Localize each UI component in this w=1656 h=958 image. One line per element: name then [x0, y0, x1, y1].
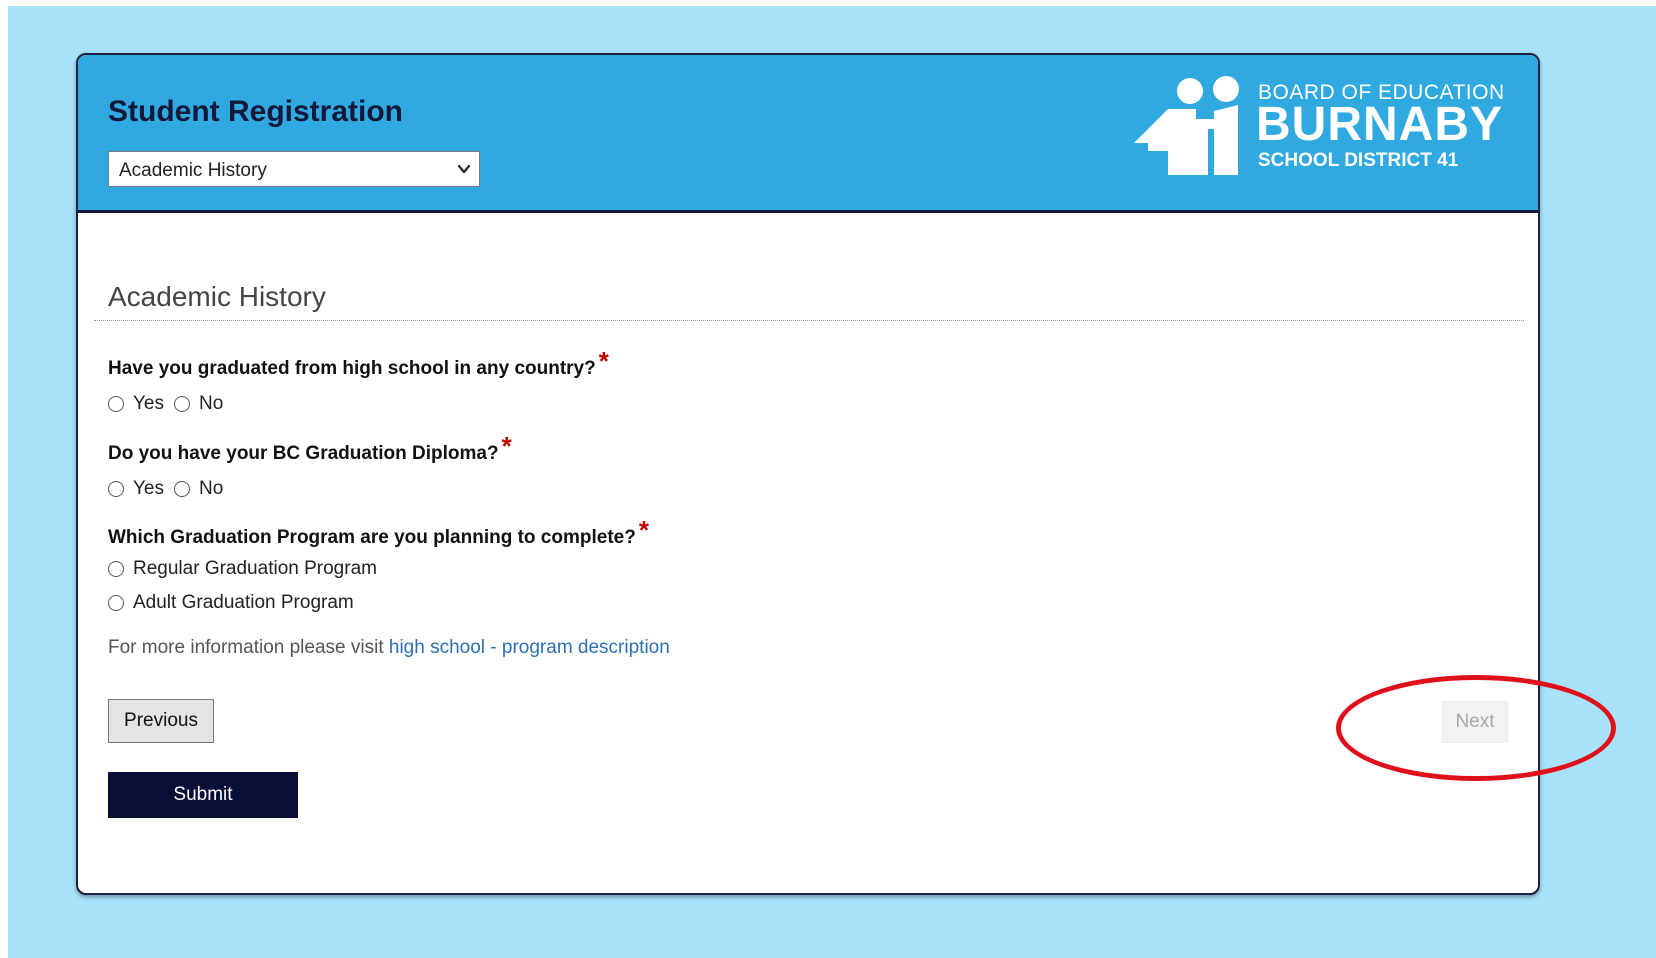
required-asterisk: *: [638, 515, 649, 545]
submit-button[interactable]: Submit: [108, 772, 298, 818]
section-heading: Academic History: [108, 281, 326, 312]
radio-adult-program-row: Adult Graduation Program: [108, 592, 364, 614]
burnaby-logo: BOARD OF EDUCATION BURNABY SCHOOL DISTRI…: [1134, 75, 1504, 175]
radio-regular-program-row: Regular Graduation Program: [108, 558, 387, 580]
page-title: Student Registration: [108, 95, 404, 128]
section-select[interactable]: Academic History: [108, 151, 480, 187]
section-divider: [94, 320, 1524, 321]
people-logo-icon: [1134, 76, 1239, 175]
radio-button[interactable]: [108, 561, 124, 577]
chevron-down-icon: [457, 164, 471, 174]
question-graduated-high-school: Have you graduated from high school in a…: [108, 346, 609, 381]
radio-bc-diploma-no[interactable]: No: [174, 478, 223, 500]
more-info-text: For more information please visit high s…: [108, 637, 670, 659]
logo-text-district: SCHOOL DISTRICT 41: [1258, 150, 1459, 171]
radio-label: Yes: [133, 478, 164, 499]
question-graduation-program: Which Graduation Program are you plannin…: [108, 515, 649, 550]
radio-adult-graduation-program[interactable]: Adult Graduation Program: [108, 592, 354, 614]
radio-label: Adult Graduation Program: [133, 592, 354, 613]
question-text: Have you graduated from high school in a…: [108, 358, 596, 379]
next-button[interactable]: Next: [1442, 701, 1508, 743]
required-asterisk: *: [598, 346, 609, 376]
radio-group-graduated: Yes No: [108, 393, 233, 415]
radio-label: Yes: [133, 393, 164, 414]
section-select-value: Academic History: [119, 160, 267, 181]
required-asterisk: *: [501, 431, 512, 461]
program-description-link[interactable]: high school - program description: [389, 637, 670, 658]
previous-button[interactable]: Previous: [108, 699, 214, 743]
radio-button[interactable]: [108, 481, 124, 497]
radio-regular-graduation-program[interactable]: Regular Graduation Program: [108, 558, 377, 580]
radio-graduated-no[interactable]: No: [174, 393, 223, 415]
radio-label: No: [199, 393, 224, 414]
question-text: Which Graduation Program are you plannin…: [108, 527, 636, 548]
radio-graduated-yes[interactable]: Yes: [108, 393, 164, 415]
registration-card: Student Registration Academic History BO…: [76, 53, 1540, 895]
question-bc-diploma: Do you have your BC Graduation Diploma? *: [108, 431, 512, 466]
more-info-prefix: For more information please visit: [108, 637, 389, 658]
radio-button[interactable]: [174, 481, 190, 497]
radio-label: No: [199, 478, 224, 499]
radio-label: Regular Graduation Program: [133, 558, 377, 579]
card-header: Student Registration Academic History BO…: [78, 55, 1538, 213]
question-text: Do you have your BC Graduation Diploma?: [108, 443, 499, 464]
radio-button[interactable]: [108, 595, 124, 611]
logo-text-burnaby: BURNABY: [1256, 98, 1503, 151]
radio-group-bc-diploma: Yes No: [108, 478, 233, 500]
radio-button[interactable]: [108, 396, 124, 412]
radio-bc-diploma-yes[interactable]: Yes: [108, 478, 164, 500]
radio-button[interactable]: [174, 396, 190, 412]
